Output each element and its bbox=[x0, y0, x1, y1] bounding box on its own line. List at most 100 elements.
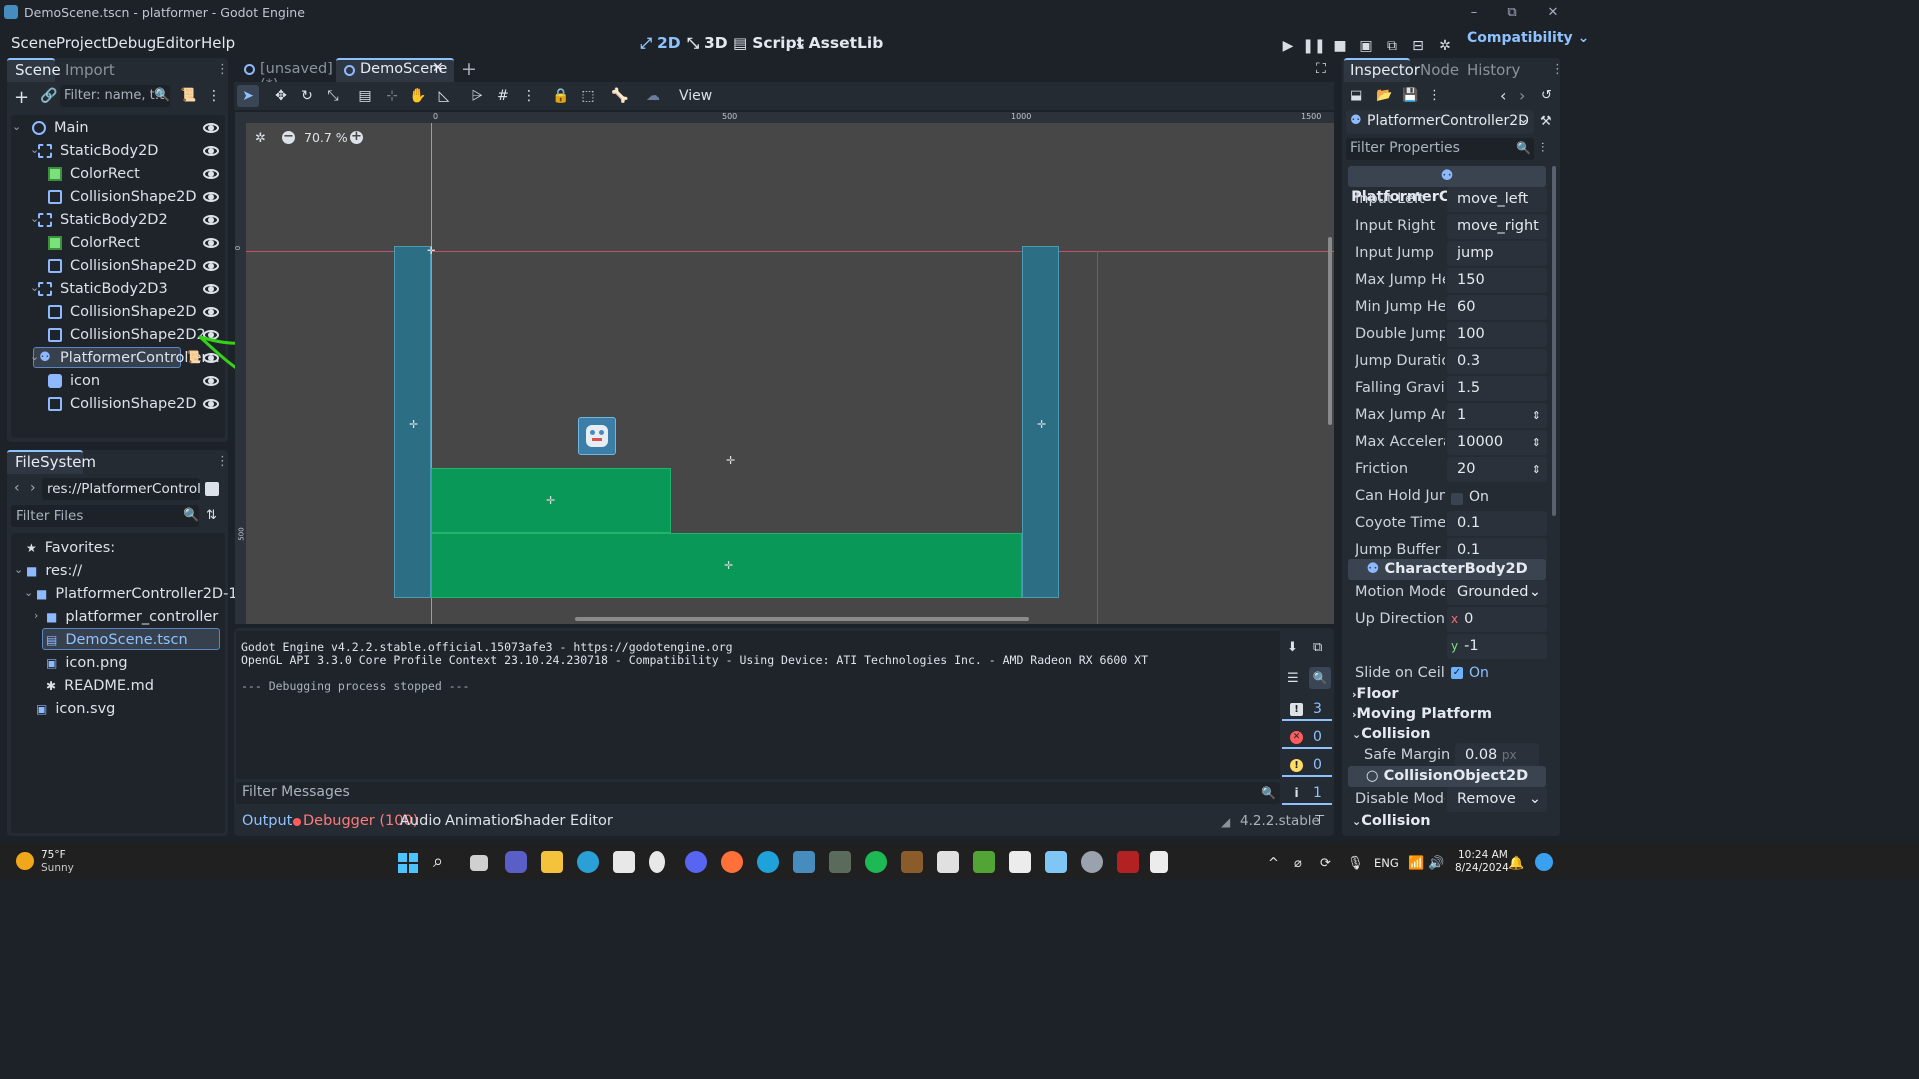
snap-options-icon[interactable]: ⋮ bbox=[521, 88, 537, 104]
collapse-icon[interactable]: ☰ bbox=[1287, 671, 1299, 686]
visibility-eye-icon[interactable] bbox=[203, 399, 219, 409]
center-view-icon[interactable]: ✲ bbox=[255, 131, 266, 146]
spinner-icon[interactable]: ⇕ bbox=[1532, 457, 1541, 482]
pause-icon[interactable]: ❚❚ bbox=[1302, 36, 1325, 56]
firefox-icon[interactable] bbox=[721, 851, 743, 873]
up-direction-y-field[interactable]: y -1 bbox=[1447, 634, 1547, 659]
pivot-tool-icon[interactable]: ⊹ bbox=[384, 88, 400, 104]
object-history-icon[interactable]: ↺ bbox=[1541, 88, 1552, 103]
app-icon[interactable] bbox=[1150, 851, 1168, 873]
tab-import[interactable]: Import bbox=[65, 61, 115, 79]
notification-icon[interactable]: 🔔 bbox=[1508, 856, 1524, 871]
split-mode-icon[interactable] bbox=[205, 482, 219, 496]
horizontal-scrollbar[interactable] bbox=[575, 617, 1029, 621]
weather-desc[interactable]: Sunny bbox=[41, 862, 74, 874]
group-collision-2[interactable]: ⌄Collision bbox=[1352, 813, 1431, 829]
move-tool-icon[interactable]: ✥ bbox=[273, 88, 289, 104]
play-scene-icon[interactable]: ⧉ bbox=[1382, 36, 1402, 56]
prop-value-field[interactable]: 60 bbox=[1447, 295, 1547, 320]
prop-value-field[interactable]: 100 bbox=[1447, 322, 1547, 347]
selectable-list-icon[interactable]: ▤ bbox=[357, 88, 373, 104]
volume-icon[interactable]: 🔊 bbox=[1428, 856, 1444, 871]
add-node-icon[interactable]: + bbox=[14, 87, 29, 108]
app-icon[interactable] bbox=[1117, 851, 1139, 873]
vertical-scrollbar[interactable] bbox=[1328, 237, 1332, 425]
spotify-icon[interactable] bbox=[865, 851, 887, 873]
resource-menu-icon[interactable]: ⋮ bbox=[1428, 88, 1441, 103]
tray-app-icon[interactable]: ⌀ bbox=[1294, 856, 1302, 871]
menu-scene[interactable]: Scene bbox=[11, 34, 57, 52]
scene-tree-item[interactable]: CollisionShape2D bbox=[48, 391, 197, 417]
chevron-up-icon[interactable]: ^ bbox=[1268, 856, 1279, 871]
prop-value-field[interactable]: jump bbox=[1447, 241, 1547, 266]
tilemap-icon[interactable]: ☁ bbox=[645, 88, 661, 104]
prop-value-field[interactable]: move_left bbox=[1447, 187, 1547, 212]
alien-icon[interactable] bbox=[649, 851, 665, 873]
warning-count-toggle[interactable]: ! 0 bbox=[1282, 755, 1332, 777]
prop-value-field[interactable]: 150 bbox=[1447, 268, 1547, 293]
zoom-in-icon[interactable]: + bbox=[350, 130, 363, 144]
microphone-icon[interactable]: 🎙 bbox=[1347, 856, 1364, 871]
slide-on-ceiling-checkbox[interactable]: ✓ bbox=[1451, 667, 1463, 679]
workspace-script-button[interactable]: ▤ Script bbox=[733, 34, 804, 52]
settings-gear-icon[interactable] bbox=[1081, 851, 1103, 873]
pin-panel-icon[interactable]: ⊤ bbox=[1314, 813, 1325, 828]
spinner-icon[interactable]: ⇕ bbox=[1532, 430, 1541, 455]
workspace-assetlib-button[interactable]: ⤓ AssetLib bbox=[797, 34, 883, 52]
visibility-eye-icon[interactable] bbox=[203, 284, 219, 294]
prop-value-field[interactable]: 10000 ⇕ bbox=[1447, 430, 1547, 455]
dock-menu-icon[interactable]: ⋮ bbox=[216, 62, 229, 77]
visibility-eye-icon[interactable] bbox=[203, 192, 219, 202]
chevron-down-icon[interactable]: ⌄ bbox=[24, 586, 33, 599]
group-floor[interactable]: ›Floor bbox=[1352, 686, 1399, 702]
select-cursor-icon[interactable]: ➤ bbox=[240, 88, 256, 104]
remote-debug-icon[interactable]: ▣ bbox=[1356, 36, 1376, 56]
app-icon[interactable] bbox=[829, 851, 851, 873]
teams-icon[interactable] bbox=[505, 851, 527, 873]
inspector-scrollbar[interactable] bbox=[1552, 166, 1556, 516]
prop-value-field[interactable]: 1 ⇕ bbox=[1447, 403, 1547, 428]
windows-start-icon[interactable] bbox=[398, 853, 418, 873]
play-icon[interactable]: ▶ bbox=[1278, 36, 1298, 56]
chevron-right-icon[interactable]: › bbox=[34, 609, 38, 622]
instance-scene-icon[interactable]: 🔗 bbox=[40, 88, 57, 104]
attach-script-icon[interactable]: 📜 bbox=[180, 88, 196, 103]
renderer-dropdown[interactable]: Compatibility ⌄ bbox=[1467, 30, 1589, 46]
app-icon[interactable] bbox=[577, 851, 599, 873]
prop-value-field[interactable]: move_right bbox=[1447, 214, 1547, 239]
save-resource-icon[interactable]: 💾 bbox=[1402, 88, 1418, 103]
app-icon[interactable] bbox=[1009, 851, 1031, 873]
game-icon[interactable] bbox=[901, 851, 923, 873]
tab-node[interactable]: Node bbox=[1420, 61, 1459, 79]
zoom-level[interactable]: 70.7 % bbox=[304, 130, 348, 145]
inspector-options-icon[interactable]: ⫶ bbox=[1541, 141, 1544, 156]
stop-icon[interactable]: ■ bbox=[1330, 36, 1350, 56]
path-field[interactable]: res://PlatformerController2 bbox=[42, 478, 200, 500]
chevron-down-icon[interactable]: ⌄ bbox=[12, 120, 21, 133]
history-back-icon[interactable]: ‹ bbox=[1500, 86, 1506, 105]
group-collision[interactable]: ⌄Collision bbox=[1352, 726, 1431, 742]
app-icon[interactable] bbox=[1045, 851, 1067, 873]
maximize-button[interactable]: ⧉ bbox=[1489, 0, 1535, 24]
chevron-down-icon[interactable]: ⌄ bbox=[14, 563, 23, 576]
bone-icon[interactable]: 🦴 bbox=[611, 88, 628, 104]
section-collisionobject2d[interactable]: ○ CollisionObject2D bbox=[1348, 766, 1546, 787]
info-count-toggle[interactable]: i1 bbox=[1282, 783, 1332, 805]
section-platformer-controller[interactable]: ⚉ PlatformerController2D bbox=[1348, 166, 1546, 205]
movie-maker-icon[interactable]: ✲ bbox=[1435, 36, 1455, 56]
clock-date[interactable]: 8/24/2024 bbox=[1455, 862, 1509, 874]
forward-icon[interactable]: › bbox=[30, 480, 36, 496]
view-menu-button[interactable]: View bbox=[679, 88, 712, 104]
workspace-2d-button[interactable]: ⤢ 2D bbox=[640, 34, 681, 52]
filesystem-menu-icon[interactable]: ⋮ bbox=[216, 454, 229, 469]
can-hold-jump-checkbox[interactable] bbox=[1451, 493, 1463, 505]
spinner-icon[interactable]: ⇕ bbox=[1532, 403, 1541, 428]
tab-shader-editor[interactable]: Shader Editor bbox=[514, 813, 613, 829]
close-window-button[interactable]: ✕ bbox=[1530, 0, 1576, 24]
visibility-eye-icon[interactable] bbox=[203, 123, 219, 133]
pan-tool-icon[interactable]: ✋ bbox=[409, 88, 426, 104]
visibility-eye-icon[interactable] bbox=[203, 215, 219, 225]
ruler-tool-icon[interactable]: ◺ bbox=[436, 88, 452, 104]
menu-help[interactable]: Help bbox=[201, 34, 235, 52]
filter-files-input[interactable]: Filter Files bbox=[11, 505, 199, 527]
